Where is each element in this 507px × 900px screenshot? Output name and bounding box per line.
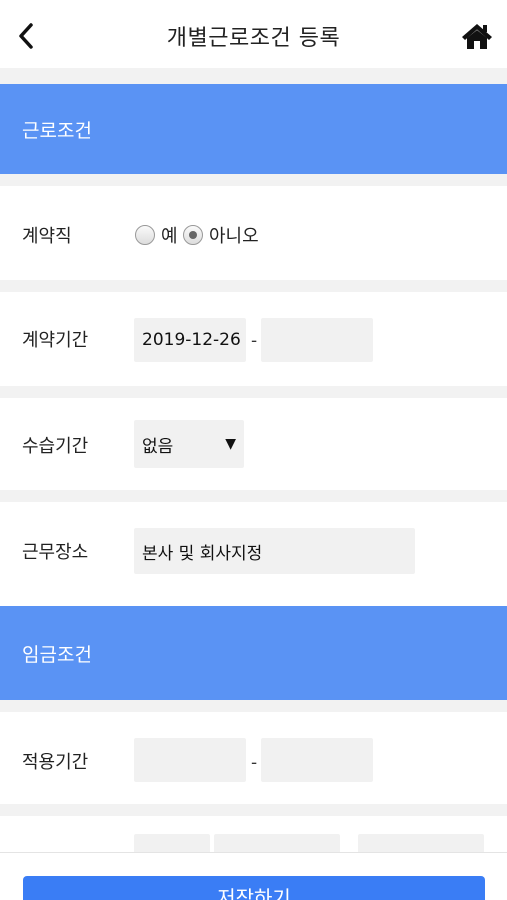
date-separator: - [251, 753, 258, 773]
radio-option-yes[interactable]: 예 [135, 222, 178, 248]
section-title: 근로조건 [22, 119, 92, 142]
contract-period-label: 계약기간 [22, 330, 89, 351]
home-icon [462, 24, 492, 49]
dropdown-arrow-icon: ▼ [225, 436, 236, 452]
section-header-work-conditions: 근로조건 [0, 84, 507, 174]
contract-end-date-input[interactable] [261, 318, 373, 362]
page-title: 개별근로조건 등록 [166, 26, 341, 51]
row-workplace: 근무장소 본사 및 회사지정 [0, 502, 507, 606]
section-title: 임금조건 [22, 643, 92, 666]
top-bar: 개별근로조건 등록 [0, 0, 507, 68]
date-separator: - [251, 331, 258, 351]
save-button[interactable]: 저장하기 [23, 876, 485, 900]
apply-end-date-input[interactable] [261, 738, 373, 782]
radio-no[interactable] [183, 225, 203, 245]
contract-label: 계약직 [22, 226, 72, 247]
workplace-label: 근무장소 [22, 542, 89, 563]
radio-no-label: 아니오 [209, 226, 259, 247]
row-probation: 수습기간 없음 ▼ [0, 398, 507, 490]
bottom-bar: 저장하기 [0, 852, 507, 900]
divider [0, 174, 507, 186]
contract-start-date-input[interactable]: 2019-12-26 [134, 318, 246, 362]
radio-option-no[interactable]: 아니오 [183, 222, 259, 248]
divider [0, 700, 507, 712]
row-contract-period: 계약기간 2019-12-26 - [0, 292, 507, 386]
divider [0, 490, 507, 502]
divider [0, 68, 507, 84]
row-partial [0, 816, 507, 864]
divider [0, 280, 507, 292]
probation-label: 수습기간 [22, 436, 89, 457]
apply-start-date-input[interactable] [134, 738, 246, 782]
divider [0, 386, 507, 398]
section-header-wage-conditions: 임금조건 [0, 606, 507, 700]
probation-selected-value: 없음 [142, 436, 174, 457]
home-button[interactable] [457, 16, 497, 56]
divider [0, 804, 507, 816]
row-contract: 계약직 예 아니오 [0, 186, 507, 280]
probation-select[interactable]: 없음 ▼ [134, 420, 244, 468]
workplace-input[interactable]: 본사 및 회사지정 [134, 528, 415, 574]
radio-yes[interactable] [135, 225, 155, 245]
row-apply-period: 적용기간 - [0, 712, 507, 804]
apply-period-label: 적용기간 [22, 752, 89, 773]
radio-yes-label: 예 [161, 226, 178, 247]
